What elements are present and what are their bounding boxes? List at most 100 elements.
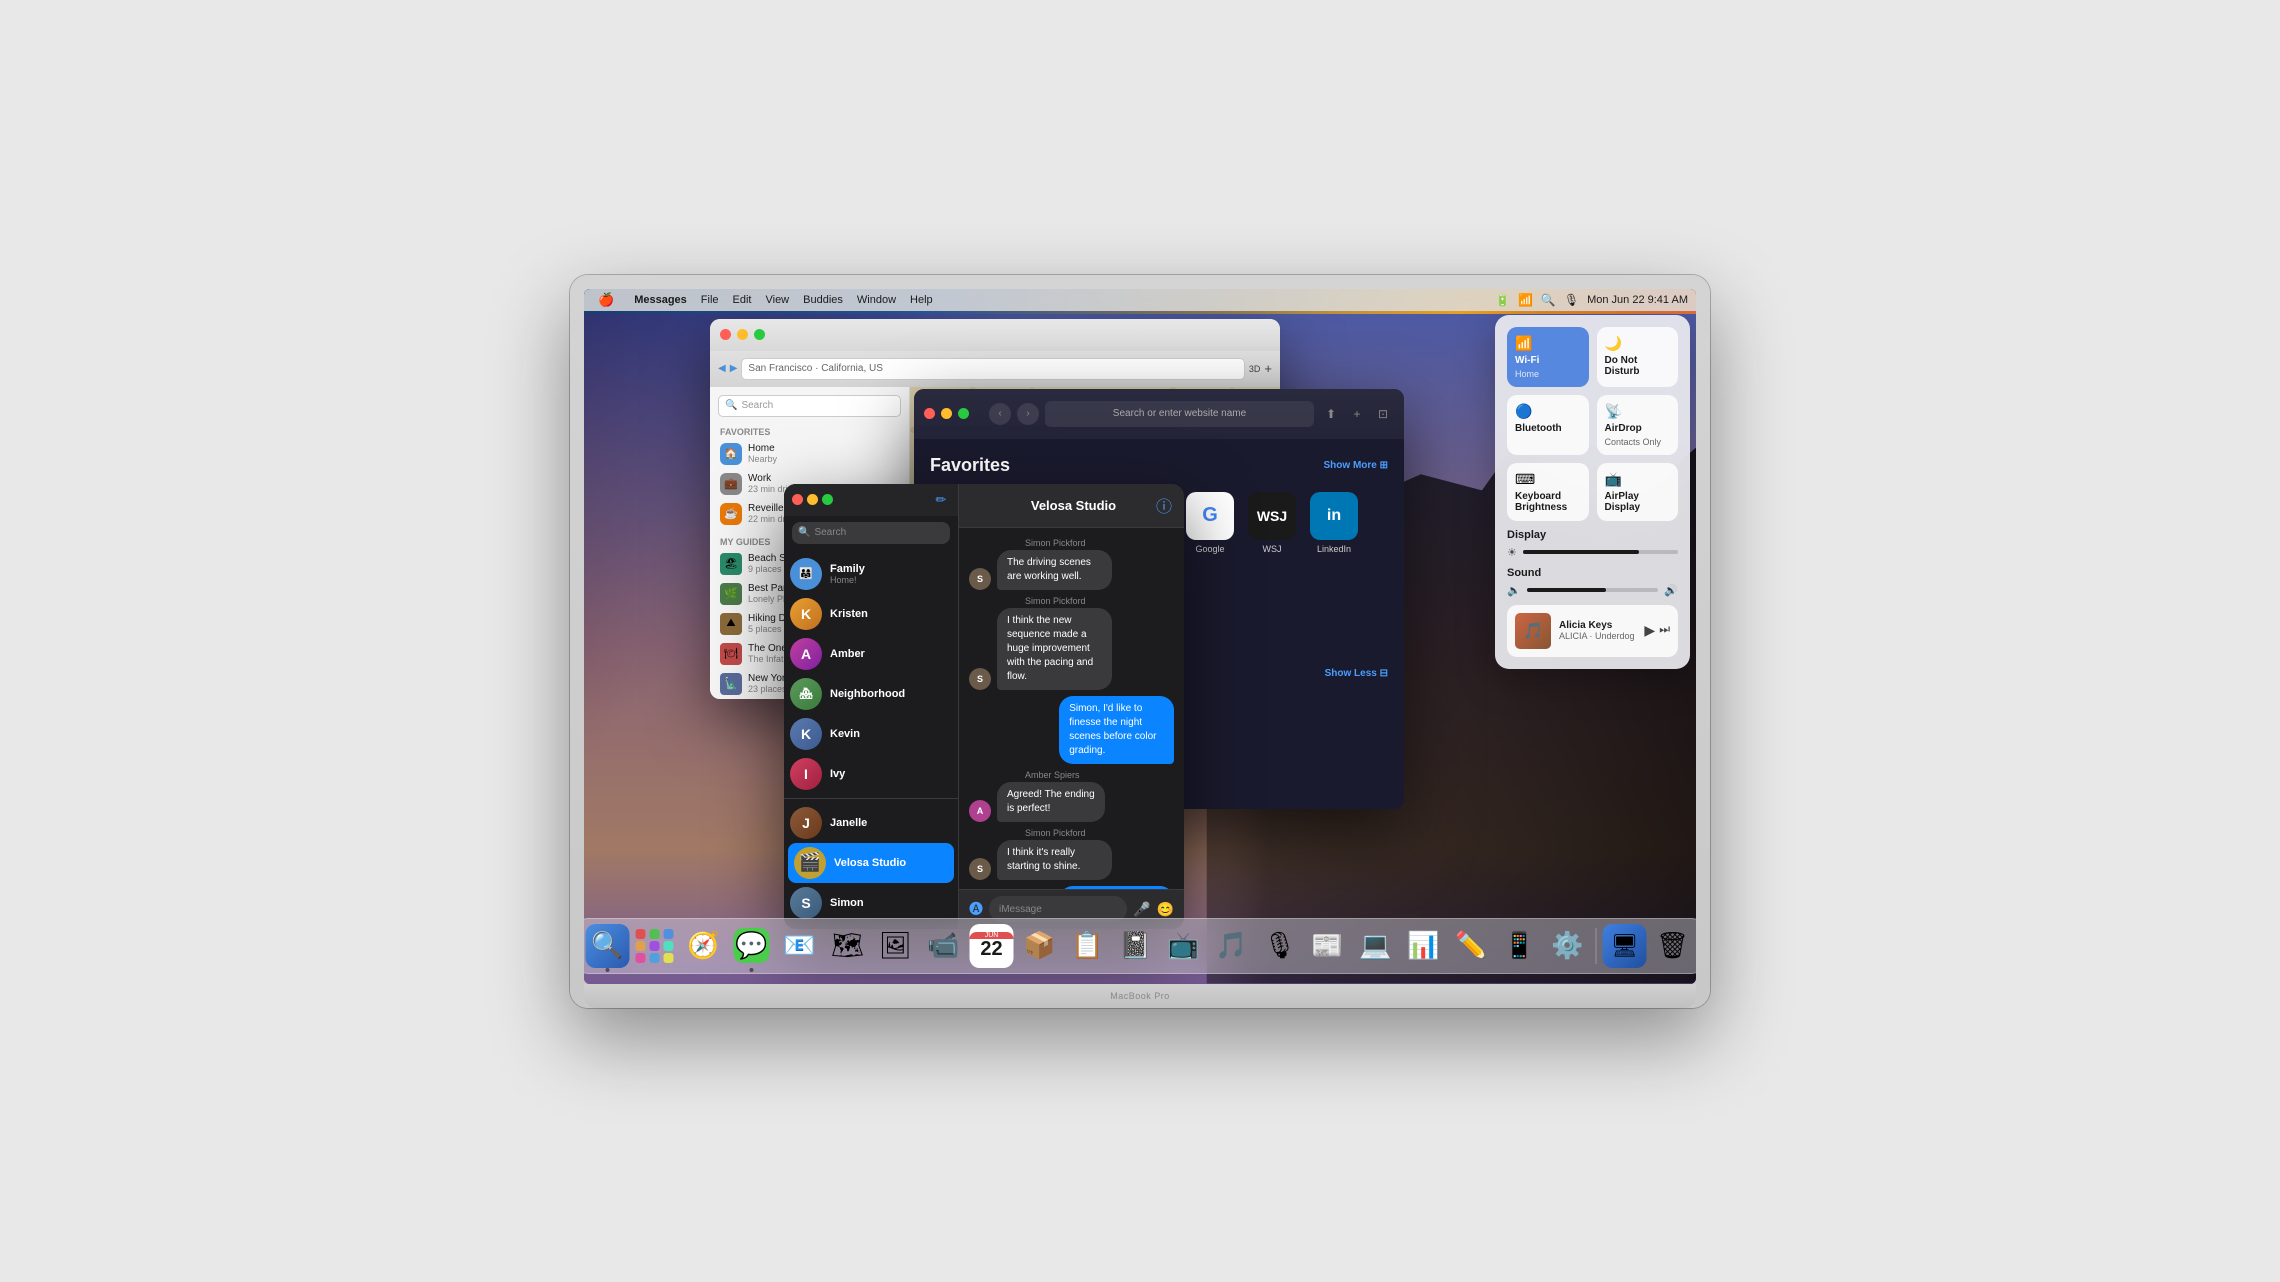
maps-guide-hiking-icon: ⛰ (720, 613, 742, 635)
chat-apps-icon[interactable]: 🅐 (969, 899, 983, 919)
edit-menu[interactable]: Edit (727, 289, 758, 311)
contact-kevin[interactable]: K Kevin (784, 714, 958, 754)
msg-simon-sender-3: Simon Pickford (997, 828, 1086, 838)
safari-new-tab-btn[interactable]: + (1346, 403, 1368, 425)
cc-display-section: Display ☀ (1507, 529, 1678, 559)
dock-pages[interactable]: ✏️ (1450, 924, 1494, 968)
chat-emoji-icon[interactable]: 😊 (1157, 901, 1174, 918)
dock-facetime[interactable]: 📹 (922, 924, 966, 968)
contact-velosa[interactable]: 🎬 Velosa Studio (788, 843, 954, 883)
contact-simon[interactable]: S Simon (784, 883, 958, 923)
contact-neighborhood[interactable]: 🏘 Neighborhood (784, 674, 958, 714)
msg-tl-green[interactable] (822, 494, 833, 505)
dock-safari[interactable]: 🧭 (682, 924, 726, 968)
safari-sidebar-btn[interactable]: ⊡ (1372, 403, 1394, 425)
safari-back-btn[interactable]: ‹ (989, 403, 1011, 425)
cc-play-btn[interactable]: ▶ (1644, 622, 1655, 639)
maps-search-bar[interactable]: San Francisco · California, US (741, 358, 1244, 380)
dock-news[interactable]: 📰 (1306, 924, 1350, 968)
dock-calendar[interactable]: JUN 22 (970, 924, 1014, 968)
dock-launchpad[interactable] (634, 924, 678, 968)
contact-janelle[interactable]: J Janelle (784, 803, 958, 843)
safari-forward-btn[interactable]: › (1017, 403, 1039, 425)
view-menu[interactable]: View (759, 289, 795, 311)
dock-screens[interactable]: 💻 (1354, 924, 1398, 968)
msg-sent-1: Simon, I'd like to finesse the night sce… (1059, 696, 1174, 764)
messages-search[interactable]: 🔍 Search (792, 522, 950, 544)
display-slider[interactable] (1523, 550, 1678, 554)
file-menu[interactable]: File (695, 289, 725, 311)
dock-maps[interactable]: 🗺 (826, 924, 870, 968)
macbook-screen: 🍎 Messages File Edit View Buddies Window… (584, 289, 1696, 984)
window-menu[interactable]: Window (851, 289, 902, 311)
cc-album-art: 🎵 (1515, 613, 1551, 649)
cc-airplay-tile[interactable]: 📺 AirPlay Display (1597, 463, 1679, 521)
dock-messages[interactable]: 💬 (730, 924, 774, 968)
maps-plus-btn[interactable]: + (1264, 361, 1272, 376)
search-icon[interactable]: 🔍 (1541, 293, 1556, 307)
safari-tl-green[interactable] (958, 408, 969, 419)
cc-wifi-tile[interactable]: 📶 Wi-Fi Home (1507, 327, 1589, 387)
cc-dnd-tile[interactable]: 🌙 Do Not Disturb (1597, 327, 1679, 387)
apple-menu[interactable]: 🍎 (592, 289, 620, 311)
safari-titlebar: ‹ › Search or enter website name ⬆ + ⊡ (914, 389, 1404, 439)
tl-yellow[interactable] (737, 329, 748, 340)
chat-info-btn[interactable]: ⓘ (1156, 493, 1172, 517)
favicon-linkedin[interactable]: in LinkedIn (1310, 492, 1358, 564)
cc-skip-btn[interactable]: ⏭ (1659, 622, 1670, 639)
maps-forward-btn[interactable]: ▶ (730, 363, 738, 374)
cc-now-playing[interactable]: 🎵 Alicia Keys ALICIA · Underdog ▶ ⏭ (1507, 605, 1678, 657)
dock-reminders[interactable]: 📋 (1066, 924, 1110, 968)
contact-amber[interactable]: A Amber (784, 634, 958, 674)
messages-window[interactable]: ✏ 🔍 Search 👨‍👩‍👧 Family Home! (784, 484, 1184, 929)
dock-keka[interactable]: 📦 (1018, 924, 1062, 968)
tl-red[interactable] (720, 329, 731, 340)
tl-green[interactable] (754, 329, 765, 340)
dock-music[interactable]: 🎵 (1210, 924, 1254, 968)
sound-slider[interactable] (1527, 588, 1659, 592)
chat-audio-icon[interactable]: 🎤 (1133, 901, 1150, 918)
safari-url-bar[interactable]: Search or enter website name (1045, 401, 1314, 427)
dock-podcasts[interactable]: 🎙 (1258, 924, 1302, 968)
maps-3d-btn[interactable]: 3D (1249, 364, 1261, 374)
cc-track-artist: ALICIA · Underdog (1559, 631, 1636, 641)
dock-tv[interactable]: 📺 (1162, 924, 1206, 968)
msg-tl-red[interactable] (792, 494, 803, 505)
contact-ivy[interactable]: I Ivy (784, 754, 958, 794)
contact-kristen[interactable]: K Kristen (784, 594, 958, 634)
maps-fav-home[interactable]: 🏠 Home Nearby (710, 439, 909, 469)
dock-mail[interactable]: 📧 (778, 924, 822, 968)
cc-bluetooth-tile[interactable]: 🔵 Bluetooth (1507, 395, 1589, 455)
app-name-menu[interactable]: Messages (628, 289, 693, 311)
dock-finder-icon[interactable]: 🖥 (1603, 924, 1647, 968)
favicon-wsj[interactable]: WSJ WSJ (1248, 492, 1296, 564)
dock-photos[interactable]: 🖼 (874, 924, 918, 968)
cc-keyboard-tile[interactable]: ⌨ Keyboard Brightness (1507, 463, 1589, 521)
msg-tl-yellow[interactable] (807, 494, 818, 505)
safari-show-less[interactable]: Show Less ⊟ (1325, 668, 1388, 679)
control-center[interactable]: 📶 Wi-Fi Home 🌙 Do Not Disturb 🔵 Bluetoot… (1495, 315, 1690, 669)
contact-family[interactable]: 👨‍👩‍👧 Family Home! (784, 554, 958, 594)
msg-simon-1-group: Simon Pickford The driving scenes are wo… (997, 538, 1161, 590)
help-menu[interactable]: Help (904, 289, 939, 311)
dock-finder[interactable]: 🔍 (586, 924, 630, 968)
safari-tl-red[interactable] (924, 408, 935, 419)
dock-sysprefs[interactable]: ⚙️ (1546, 924, 1590, 968)
keyboard-tile-title: Keyboard Brightness (1515, 491, 1581, 513)
msg-simon-2-group: Simon Pickford I think the new sequence … (997, 596, 1161, 690)
compose-btn[interactable]: ✏ (932, 491, 950, 509)
favicon-google[interactable]: G Google (1186, 492, 1234, 564)
safari-tl-yellow[interactable] (941, 408, 952, 419)
dock-trash[interactable]: 🗑 (1651, 924, 1695, 968)
maps-sidebar-search[interactable]: 🔍 Search (718, 395, 901, 417)
maps-back-btn[interactable]: ◀ (718, 363, 726, 374)
safari-show-more[interactable]: Show More ⊞ (1324, 460, 1389, 471)
maps-search-icon: 🔍 (725, 400, 737, 411)
siri-icon[interactable]: 🎙 (1564, 293, 1579, 307)
buddies-menu[interactable]: Buddies (797, 289, 849, 311)
cc-airdrop-tile[interactable]: 📡 AirDrop Contacts Only (1597, 395, 1679, 455)
dock-appstore[interactable]: 📱 (1498, 924, 1542, 968)
safari-share-btn[interactable]: ⬆ (1320, 403, 1342, 425)
dock-notes[interactable]: 📓 (1114, 924, 1158, 968)
dock-numbers[interactable]: 📊 (1402, 924, 1446, 968)
